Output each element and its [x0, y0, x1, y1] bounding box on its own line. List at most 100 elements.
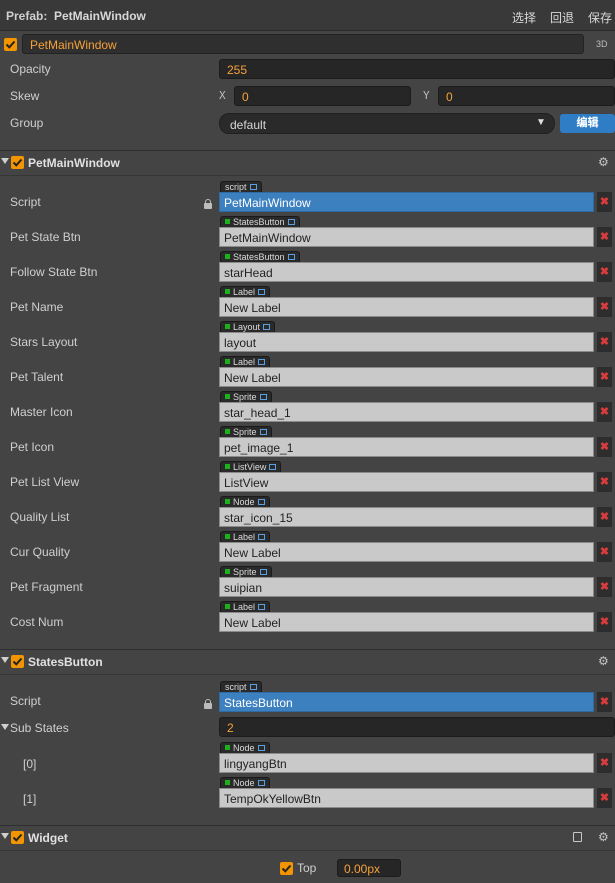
reference-field[interactable]: pet_image_1 [219, 437, 594, 457]
remove-x-icon[interactable]: ✖ [597, 788, 612, 808]
component-enabled-checkbox[interactable] [11, 655, 24, 668]
checkmark-icon [5, 40, 16, 49]
collapse-triangle-icon[interactable] [1, 833, 9, 839]
gear-icon[interactable]: ⚙ [598, 654, 609, 668]
sb-script-label: Script [10, 694, 41, 708]
save-button[interactable]: 保存 [588, 9, 612, 26]
remove-x-icon[interactable]: ✖ [597, 577, 612, 597]
lock-icon [204, 699, 212, 709]
opacity-input[interactable]: 255 [219, 59, 615, 79]
collapse-triangle-icon[interactable] [1, 724, 9, 730]
gear-icon[interactable]: ⚙ [598, 830, 609, 844]
property-label: Pet Name [10, 300, 64, 314]
link-icon [257, 745, 265, 751]
link-icon [257, 499, 265, 505]
property-label: Quality List [10, 510, 70, 524]
type-status-icon [225, 219, 230, 224]
remove-x-icon[interactable]: ✖ [597, 262, 612, 282]
remove-x-icon[interactable]: ✖ [597, 297, 612, 317]
reference-field[interactable]: PetMainWindow [219, 227, 594, 247]
property-label: Pet State Btn [10, 230, 81, 244]
group-edit-button[interactable]: 编辑 [560, 114, 615, 133]
type-tag: Label [220, 286, 271, 297]
group-dropdown[interactable]: default [219, 113, 555, 134]
reference-field[interactable]: lingyangBtn [219, 753, 594, 773]
type-tag: script [220, 681, 262, 692]
script-field[interactable]: PetMainWindow [219, 192, 594, 212]
link-icon [257, 780, 265, 786]
property-label: Pet Icon [10, 440, 55, 454]
link-icon [287, 219, 295, 225]
remove-x-icon[interactable]: ✖ [597, 472, 612, 492]
reference-field[interactable]: New Label [219, 367, 594, 387]
gear-icon[interactable]: ⚙ [598, 155, 609, 169]
component-enabled-checkbox[interactable] [11, 156, 24, 169]
remove-x-icon[interactable]: ✖ [597, 692, 612, 712]
remove-x-icon[interactable]: ✖ [597, 402, 612, 422]
type-tag: StatesButton [220, 216, 300, 227]
array-index-label: [0] [23, 757, 37, 771]
checkmark-icon [12, 158, 23, 167]
link-icon [259, 569, 267, 575]
skew-x-input[interactable]: 0 [234, 86, 411, 106]
property-label: Pet List View [10, 475, 80, 489]
sub-states-count-input[interactable]: 2 [219, 717, 615, 737]
remove-x-icon[interactable]: ✖ [597, 367, 612, 387]
reference-field[interactable]: ListView [219, 472, 594, 492]
group-label: Group [10, 116, 44, 130]
collapse-triangle-icon[interactable] [1, 158, 9, 164]
section-title: PetMainWindow [28, 156, 120, 170]
section-statesbutton-header[interactable]: StatesButton ⚙ [0, 649, 615, 675]
reference-field[interactable]: star_head_1 [219, 402, 594, 422]
collapse-triangle-icon[interactable] [1, 657, 9, 663]
type-status-icon [225, 254, 230, 259]
remove-x-icon[interactable]: ✖ [597, 507, 612, 527]
remove-x-icon[interactable]: ✖ [597, 612, 612, 632]
checkmark-icon [12, 833, 23, 842]
remove-x-icon[interactable]: ✖ [597, 332, 612, 352]
reference-field[interactable]: TempOkYellowBtn [219, 788, 594, 808]
select-button[interactable]: 选择 [512, 9, 536, 26]
link-icon [249, 684, 257, 690]
reference-field[interactable]: New Label [219, 612, 594, 632]
component-enabled-checkbox[interactable] [11, 831, 24, 844]
remove-x-icon[interactable]: ✖ [597, 437, 612, 457]
property-label: Master Icon [10, 405, 73, 419]
type-status-icon [225, 780, 230, 785]
section-petmainwindow-header[interactable]: PetMainWindow ⚙ [0, 150, 615, 176]
type-tag: Node [220, 742, 270, 753]
opacity-label: Opacity [10, 62, 51, 76]
checkmark-icon [12, 657, 23, 666]
node-name-input[interactable]: PetMainWindow [22, 34, 584, 54]
section-widget-header[interactable]: Widget ⚙ [0, 825, 615, 851]
remove-x-icon[interactable]: ✖ [597, 542, 612, 562]
skew-y-label: Y [423, 89, 430, 102]
prefab-name: PetMainWindow [54, 9, 146, 23]
link-icon [258, 534, 266, 540]
property-label: Pet Talent [10, 370, 64, 384]
type-tag: script [220, 181, 262, 192]
top-enabled-checkbox[interactable] [280, 862, 293, 875]
book-icon[interactable] [573, 832, 582, 842]
reference-field[interactable]: starHead [219, 262, 594, 282]
reference-field[interactable]: suipian [219, 577, 594, 597]
revert-button[interactable]: 回退 [550, 9, 574, 26]
top-value-input[interactable]: 0.00px [337, 859, 401, 877]
type-status-icon [225, 289, 230, 294]
reference-field[interactable]: layout [219, 332, 594, 352]
remove-x-icon[interactable]: ✖ [597, 192, 612, 212]
remove-x-icon[interactable]: ✖ [597, 753, 612, 773]
3d-badge[interactable]: 3D [596, 39, 608, 49]
top-label: Top [297, 861, 317, 875]
property-label: Script [10, 195, 41, 209]
reference-field[interactable]: New Label [219, 542, 594, 562]
array-index-label: [1] [23, 792, 37, 806]
checkmark-icon [281, 864, 292, 873]
skew-y-input[interactable]: 0 [438, 86, 615, 106]
remove-x-icon[interactable]: ✖ [597, 227, 612, 247]
reference-field[interactable]: New Label [219, 297, 594, 317]
sb-script-field[interactable]: StatesButton [219, 692, 594, 712]
node-active-checkbox[interactable] [4, 38, 17, 51]
link-icon [263, 324, 271, 330]
reference-field[interactable]: star_icon_15 [219, 507, 594, 527]
